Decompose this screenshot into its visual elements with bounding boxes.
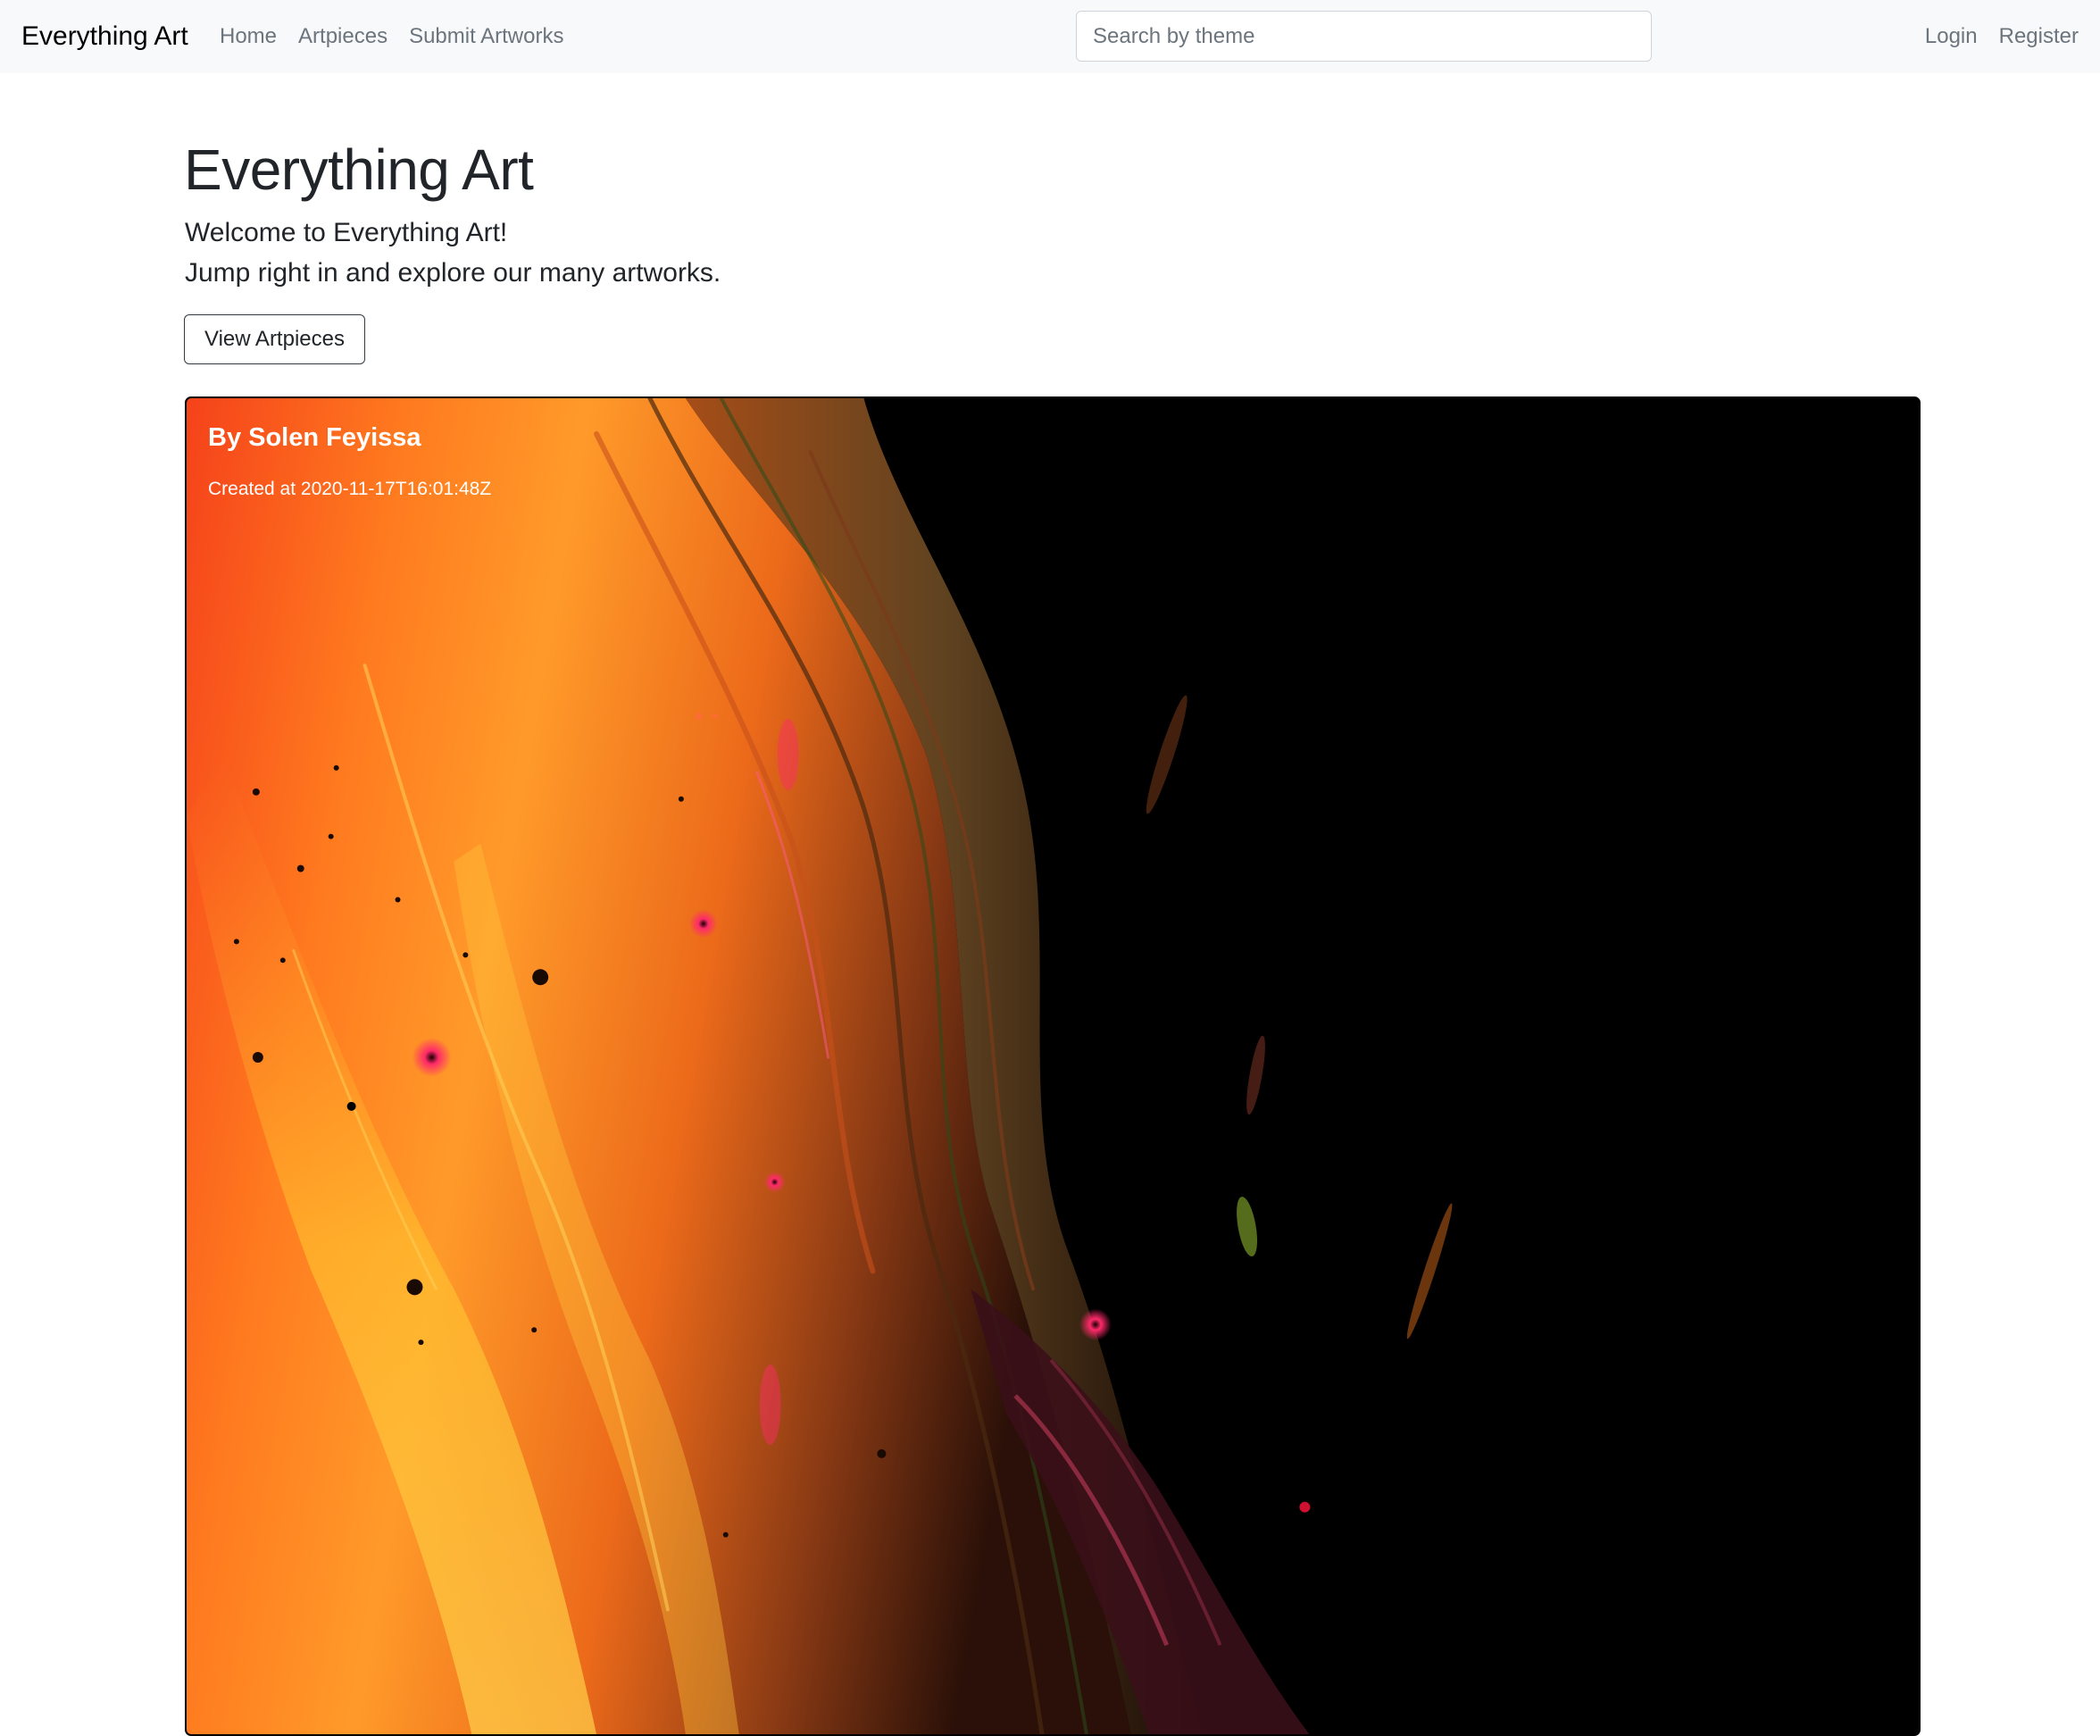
artwork-caption: By Solen Feyissa Created at 2020-11-17T1… bbox=[208, 420, 491, 502]
brand-link[interactable]: Everything Art bbox=[21, 0, 188, 73]
auth-links: Login Register bbox=[1925, 0, 2079, 73]
artwork-created-date: Created at 2020-11-17T16:01:48Z bbox=[208, 479, 492, 499]
nav-link-submit-artworks[interactable]: Submit Artworks bbox=[409, 24, 563, 49]
artwork-author: By Solen Feyissa bbox=[208, 423, 421, 452]
explore-text: Jump right in and explore our many artwo… bbox=[185, 258, 721, 288]
artwork-image bbox=[187, 398, 1919, 1734]
page-title: Everything Art bbox=[184, 138, 534, 202]
login-link[interactable]: Login bbox=[1925, 24, 1978, 49]
top-navbar: Everything Art Home Artpieces Submit Art… bbox=[0, 0, 2100, 73]
register-link[interactable]: Register bbox=[1999, 24, 2079, 49]
search-form bbox=[1076, 11, 1652, 62]
artwork-card[interactable]: By Solen Feyissa Created at 2020-11-17T1… bbox=[185, 396, 1921, 1736]
view-artpieces-button[interactable]: View Artpieces bbox=[184, 314, 365, 364]
welcome-text: Welcome to Everything Art! bbox=[185, 218, 508, 247]
search-input[interactable] bbox=[1076, 11, 1652, 62]
nav-link-artpieces[interactable]: Artpieces bbox=[298, 24, 388, 49]
nav-link-home[interactable]: Home bbox=[220, 24, 277, 49]
nav-links: Home Artpieces Submit Artworks bbox=[220, 0, 563, 73]
